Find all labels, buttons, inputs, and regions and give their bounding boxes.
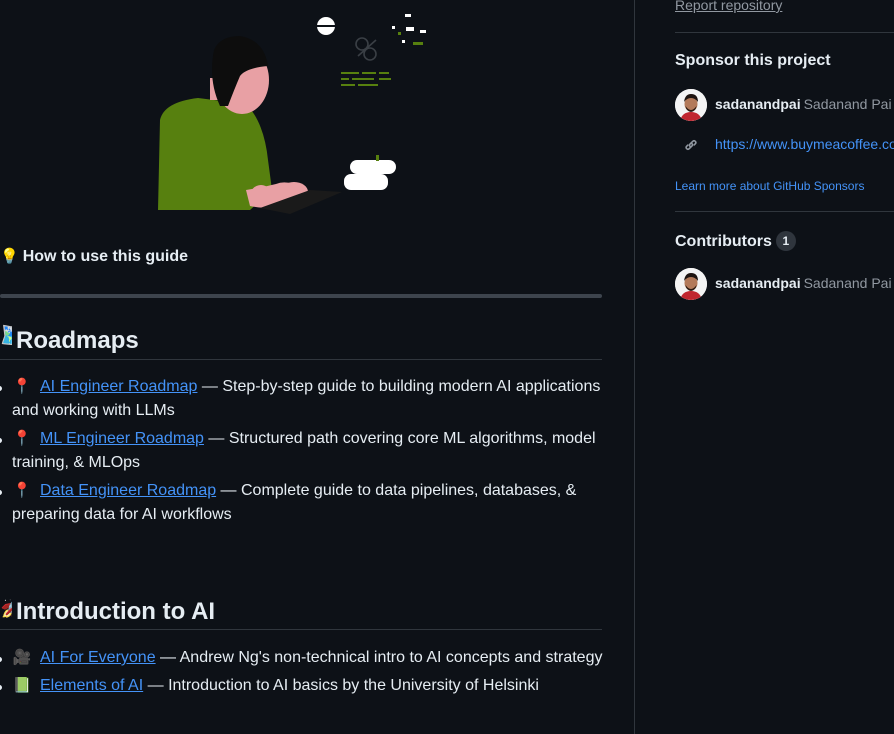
contributor-user: sadanandpai Sadanand Pai	[715, 275, 892, 291]
list-item: 📍 Data Engineer Roadmap — Complete guide …	[0, 479, 604, 527]
ai-for-everyone-link[interactable]: AI For Everyone	[40, 649, 156, 666]
heading-underline	[0, 629, 602, 630]
ai-engineer-roadmap-link[interactable]: AI Engineer Roadmap	[40, 378, 197, 395]
buymeacoffee-link[interactable]: https://www.buymeacoffee.com/sadanandpai	[715, 136, 894, 152]
report-repository-link[interactable]: Report repository	[675, 0, 782, 13]
link-icon	[685, 139, 697, 151]
sponsor-login-link[interactable]: sadanandpai	[715, 96, 801, 112]
learn-more-sponsors-link[interactable]: Learn more about GitHub Sponsors	[675, 179, 864, 193]
list-item: 📗 Elements of AI — Introduction to AI bas…	[0, 674, 604, 698]
contributors-heading[interactable]: Contributors 1	[675, 231, 796, 251]
how-to-use-guide[interactable]: 💡 How to use this guide	[0, 247, 188, 266]
list-item: 🎥 AI For Everyone — Andrew Ng's non-techn…	[0, 646, 604, 670]
elements-of-ai-link[interactable]: Elements of AI	[40, 677, 143, 694]
pin-icon: 📍	[12, 430, 32, 447]
pin-icon: 📍	[12, 378, 32, 395]
section-title: Roadmaps	[16, 327, 139, 354]
section-heading-introduction-to-ai: 🚀Introduction to AI	[0, 592, 215, 626]
readme-content: 💡How to use this guide 🗺️Roadmaps 📍 AI En…	[0, 0, 634, 734]
contributors-count-badge: 1	[775, 231, 796, 251]
avatar[interactable]	[675, 89, 707, 121]
section-heading-roadmaps: 🗺️Roadmaps	[0, 321, 139, 355]
section-title: Introduction to AI	[16, 598, 216, 625]
list-item: 📍 AI Engineer Roadmap — Step-by-step guid…	[0, 375, 604, 423]
sponsor-user: sadanandpai Sadanand Pai	[715, 96, 892, 112]
bullet	[0, 685, 2, 690]
bullet	[0, 386, 2, 391]
section-divider	[0, 294, 602, 298]
contributor-full-name: Sadanand Pai	[803, 275, 892, 291]
green-book-icon: 📗	[12, 677, 32, 694]
lightbulb-icon: 💡	[0, 248, 19, 265]
heading-underline	[0, 359, 602, 360]
avatar[interactable]	[675, 268, 707, 300]
item-description: — Introduction to AI basics by the Unive…	[143, 677, 539, 694]
sidebar-divider	[675, 32, 894, 33]
how-to-label: How to use this guide	[22, 248, 189, 265]
sponsor-heading: Sponsor this project	[675, 52, 831, 69]
roadmaps-list: 📍 AI Engineer Roadmap — Step-by-step guid…	[0, 375, 604, 531]
video-camera-icon: 🎥	[12, 649, 32, 666]
data-engineer-roadmap-link[interactable]: Data Engineer Roadmap	[40, 482, 216, 499]
readme-illustration	[158, 14, 426, 214]
contributor-login-link[interactable]: sadanandpai	[715, 275, 801, 291]
map-icon: 🗺️	[0, 321, 12, 350]
avatar-image	[675, 89, 707, 121]
ml-engineer-roadmap-link[interactable]: ML Engineer Roadmap	[40, 430, 204, 447]
repo-sidebar: Report repository Sponsor this project s…	[635, 0, 894, 734]
sponsor-full-name: Sadanand Pai	[803, 96, 892, 112]
list-item: 📍 ML Engineer Roadmap — Structured path c…	[0, 427, 604, 475]
bullet	[0, 490, 2, 495]
pin-icon: 📍	[12, 482, 32, 499]
item-description: — Andrew Ng's non-technical intro to AI …	[155, 649, 603, 666]
sidebar-divider	[675, 211, 894, 212]
avatar-image	[675, 268, 707, 300]
contributors-label: Contributors	[675, 233, 772, 250]
rocket-icon: 🚀	[0, 592, 12, 621]
bullet	[0, 657, 2, 662]
bullet	[0, 438, 2, 443]
intro-ai-list: 🎥 AI For Everyone — Andrew Ng's non-techn…	[0, 646, 604, 702]
